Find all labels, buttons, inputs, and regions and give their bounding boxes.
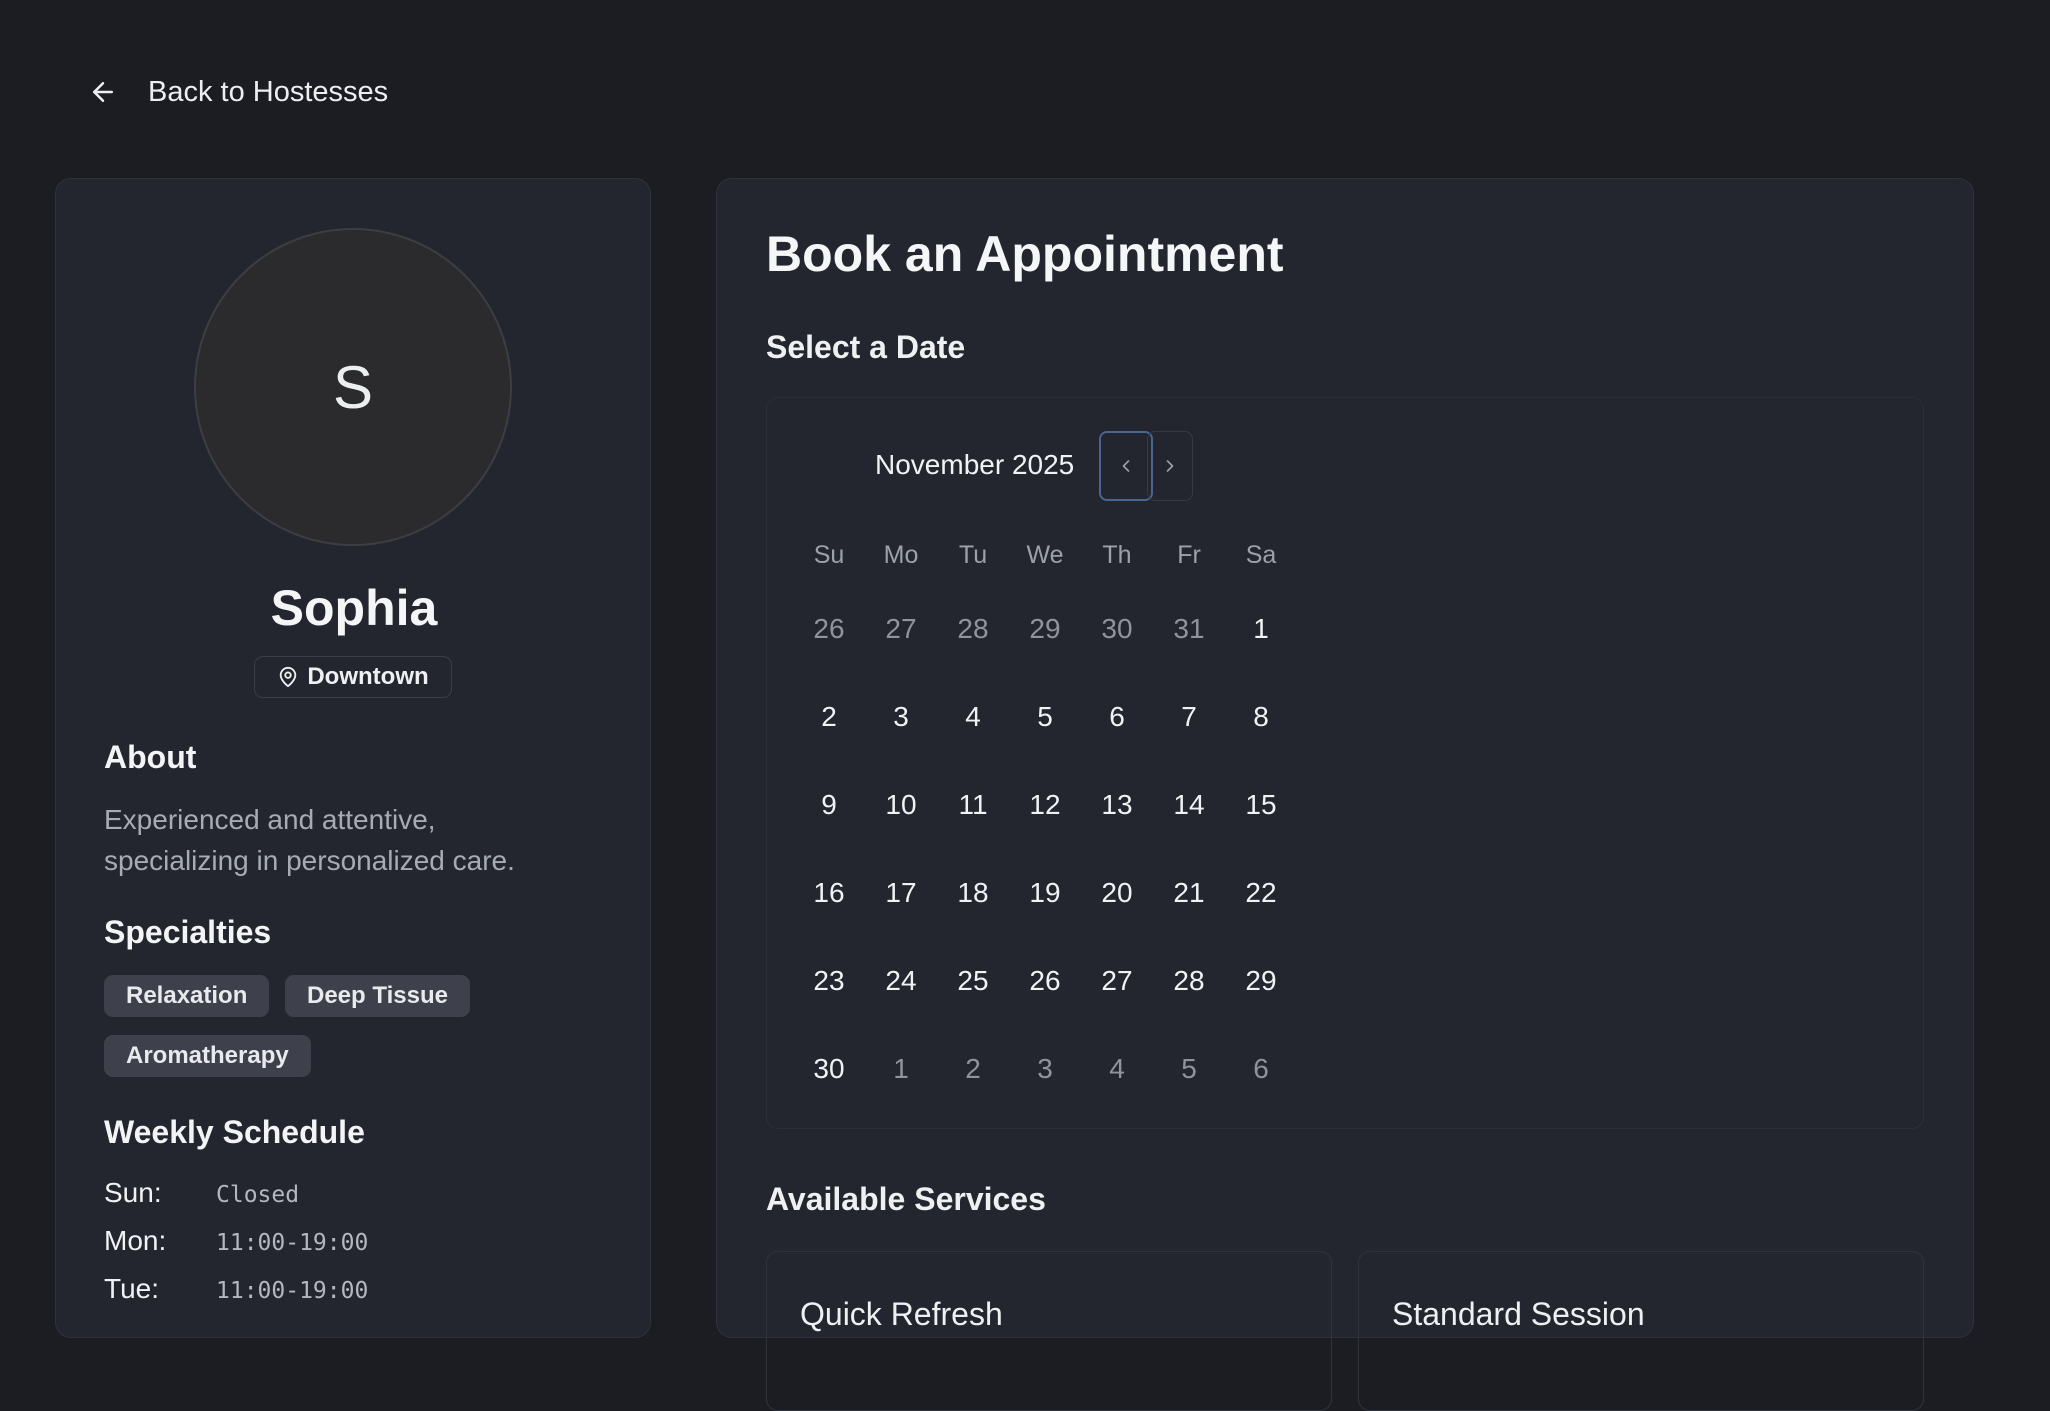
calendar-day-outside[interactable]: 2 [943, 1053, 1003, 1085]
calendar-day-outside[interactable]: 26 [799, 613, 859, 645]
calendar-day[interactable]: 7 [1159, 701, 1219, 733]
location-label: Downtown [307, 663, 429, 690]
calendar-day-outside[interactable]: 5 [1159, 1053, 1219, 1085]
previous-month-button[interactable] [1099, 431, 1153, 501]
specialties-heading: Specialties [104, 914, 272, 950]
profile-card: S Sophia Downtown About Experienced and … [55, 178, 651, 1338]
calendar: November 2025 Su Mo Tu We Th Fr Sa 26 27 28 29 30 31… [766, 397, 1924, 1129]
schedule-day: Mon: [104, 1225, 167, 1256]
schedule-day: Sun: [104, 1177, 162, 1208]
calendar-day[interactable]: 29 [1231, 965, 1291, 997]
service-card[interactable]: Standard Session [1358, 1251, 1924, 1411]
specialty-chip: Relaxation [104, 975, 270, 1017]
calendar-day-outside[interactable]: 28 [943, 613, 1003, 645]
schedule-row: Tue: 11:00-19:00 [104, 1273, 368, 1305]
calendar-day[interactable]: 18 [943, 877, 1003, 909]
service-name: Quick Refresh [800, 1296, 1003, 1332]
calendar-month-label: November 2025 [875, 449, 1075, 480]
schedule-hours: Closed [216, 1182, 300, 1208]
page-title: Book an Appointment [766, 226, 1284, 282]
weekday-header: Mo [883, 541, 919, 569]
calendar-day[interactable]: 28 [1159, 965, 1219, 997]
weekday-header: We [1026, 541, 1064, 569]
schedule-row: Mon: 11:00-19:00 [104, 1225, 368, 1257]
arrow-left-icon [93, 82, 113, 102]
calendar-day[interactable]: 30 [799, 1053, 859, 1085]
schedule-day: Tue: [104, 1273, 159, 1304]
calendar-day[interactable]: 3 [871, 701, 931, 733]
calendar-day[interactable]: 23 [799, 965, 859, 997]
chevron-left-icon [1122, 460, 1130, 472]
calendar-day-outside[interactable]: 4 [1087, 1053, 1147, 1085]
calendar-day[interactable]: 12 [1015, 789, 1075, 821]
about-text: Experienced and attentive, specializing … [104, 804, 515, 876]
booking-card: Book an Appointment Select a Date Novemb… [716, 178, 1974, 1411]
service-card[interactable]: Quick Refresh [766, 1251, 1332, 1411]
calendar-day[interactable]: 25 [943, 965, 1003, 997]
service-name: Standard Session [1392, 1296, 1645, 1332]
calendar-day[interactable]: 5 [1015, 701, 1075, 733]
select-date-heading: Select a Date [766, 329, 966, 365]
calendar-day[interactable]: 4 [943, 701, 1003, 733]
next-month-button[interactable] [1147, 431, 1193, 501]
calendar-day[interactable]: 26 [1015, 965, 1075, 997]
calendar-day[interactable]: 16 [799, 877, 859, 909]
calendar-day[interactable]: 20 [1087, 877, 1147, 909]
calendar-day[interactable]: 1 [1231, 613, 1291, 645]
calendar-day[interactable]: 19 [1015, 877, 1075, 909]
calendar-day[interactable]: 21 [1159, 877, 1219, 909]
weekday-header: Tu [958, 541, 988, 569]
calendar-day-outside[interactable]: 1 [871, 1053, 931, 1085]
calendar-day[interactable]: 13 [1087, 789, 1147, 821]
back-to-hostesses-link[interactable]: Back to Hostesses [88, 72, 388, 112]
avatar: S [194, 228, 512, 546]
calendar-day[interactable]: 9 [799, 789, 859, 821]
weekday-header: Su [813, 541, 845, 569]
calendar-day-outside[interactable]: 31 [1159, 613, 1219, 645]
profile-name: Sophia [270, 580, 438, 636]
schedule-hours: 11:00-19:00 [216, 1278, 369, 1304]
chevron-right-icon [1166, 460, 1174, 472]
calendar-day[interactable]: 10 [871, 789, 931, 821]
schedule-heading: Weekly Schedule [104, 1114, 365, 1150]
calendar-day-outside[interactable]: 29 [1015, 613, 1075, 645]
specialty-chip: Aromatherapy [104, 1035, 311, 1077]
back-link-label: Back to Hostesses [148, 75, 389, 108]
about-heading: About [104, 739, 197, 775]
weekday-header: Th [1102, 541, 1132, 569]
calendar-day-outside[interactable]: 3 [1015, 1053, 1075, 1085]
calendar-day-outside[interactable]: 27 [871, 613, 931, 645]
calendar-day-outside[interactable]: 6 [1231, 1053, 1291, 1085]
schedule-row: Sun: Closed [104, 1177, 299, 1209]
calendar-day[interactable]: 11 [943, 789, 1003, 821]
calendar-day[interactable]: 24 [871, 965, 931, 997]
location-badge: Downtown [254, 656, 452, 698]
schedule-hours: 11:00-19:00 [216, 1230, 369, 1256]
weekday-header: Sa [1245, 541, 1277, 569]
available-services-heading: Available Services [766, 1181, 1046, 1217]
calendar-day[interactable]: 6 [1087, 701, 1147, 733]
calendar-day[interactable]: 22 [1231, 877, 1291, 909]
calendar-day[interactable]: 27 [1087, 965, 1147, 997]
calendar-day-outside[interactable]: 30 [1087, 613, 1147, 645]
calendar-day[interactable]: 15 [1231, 789, 1291, 821]
calendar-day[interactable]: 2 [799, 701, 859, 733]
specialty-chip: Deep Tissue [285, 975, 470, 1017]
map-pin-icon [280, 666, 297, 688]
calendar-day[interactable]: 17 [871, 877, 931, 909]
calendar-day[interactable]: 8 [1231, 701, 1291, 733]
calendar-day[interactable]: 14 [1159, 789, 1219, 821]
weekday-header: Fr [1177, 541, 1201, 569]
